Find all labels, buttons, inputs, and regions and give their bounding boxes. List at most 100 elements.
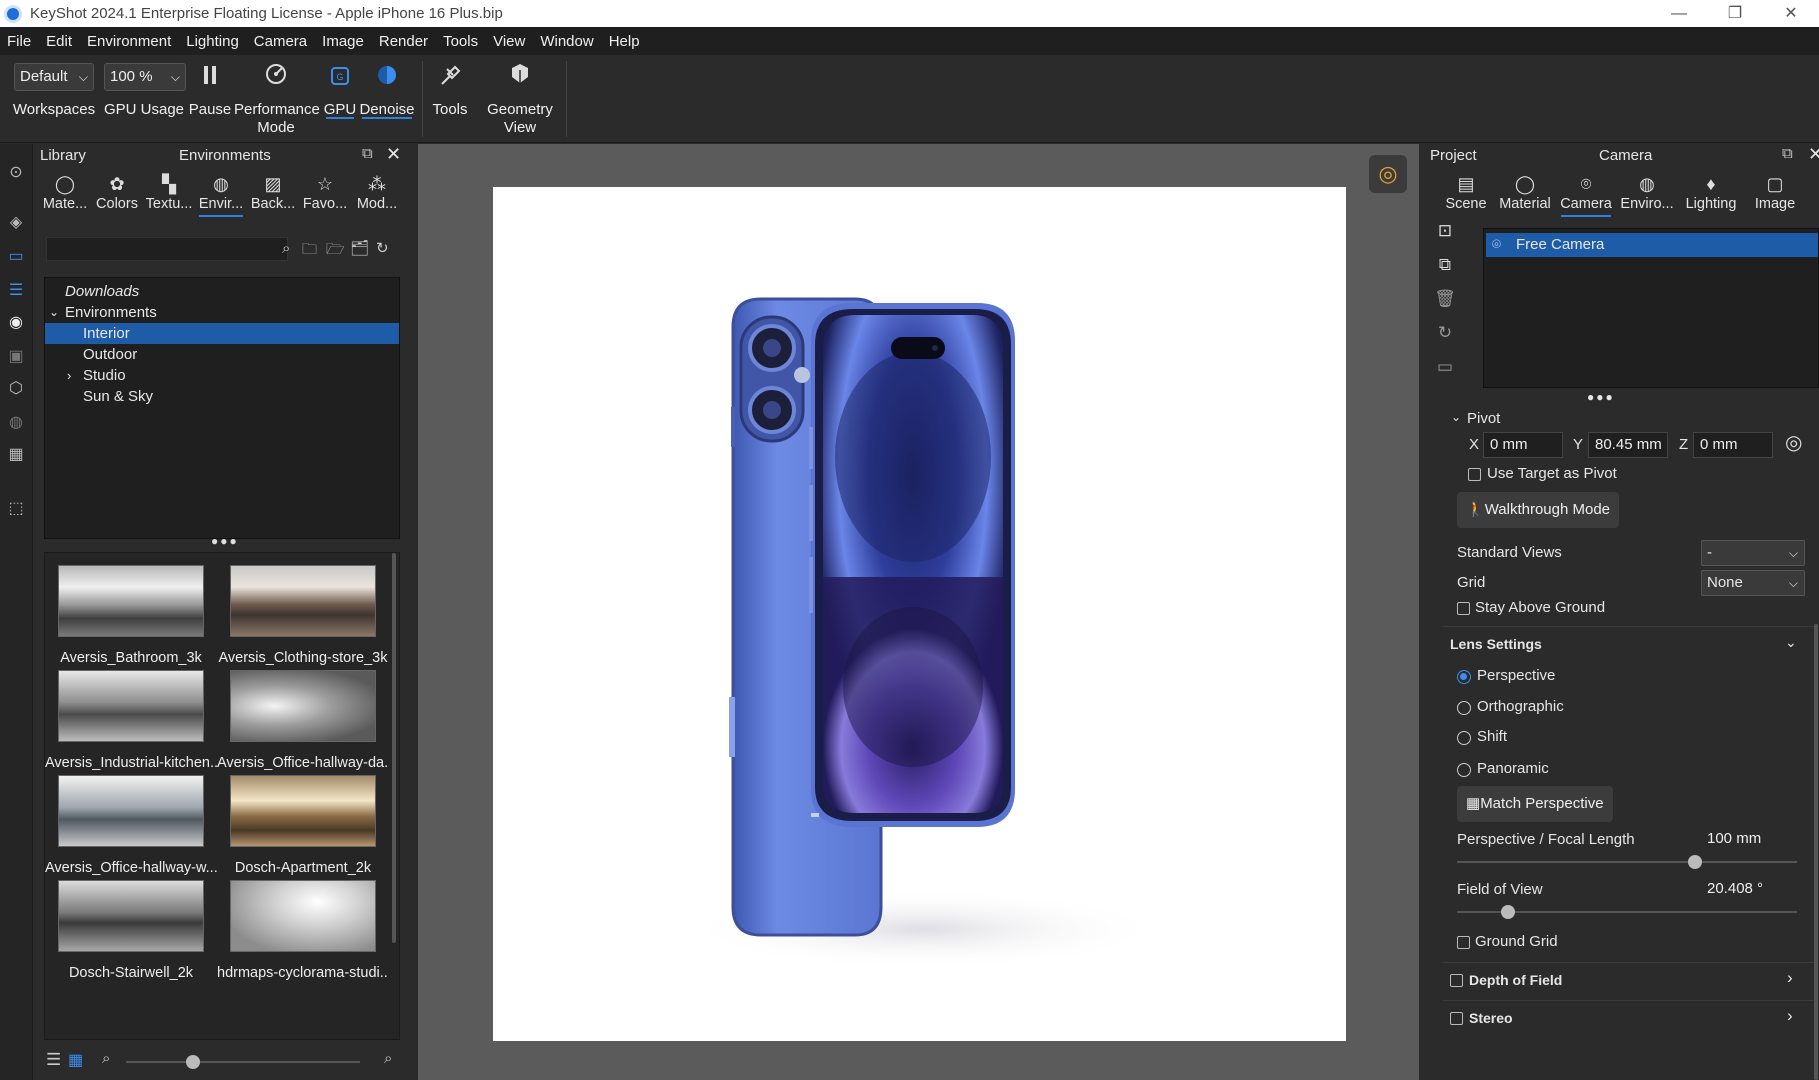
tree-item-downloads[interactable]: Downloads	[45, 281, 399, 302]
thumbnail-scrollbar[interactable]	[392, 553, 396, 943]
menu-window[interactable]: Window	[540, 33, 593, 50]
pivot-z-field[interactable]: 0 mm	[1693, 432, 1773, 458]
render-viewport[interactable]: ◎	[418, 144, 1419, 1080]
panoramic-radio[interactable]	[1457, 763, 1471, 777]
splitter-handle[interactable]: ●●●	[211, 534, 239, 548]
tab-models[interactable]: ⁂ Mod...	[351, 172, 403, 212]
add-camera-icon[interactable]: ⊡	[1427, 214, 1463, 248]
thumbnail-item[interactable]: Aversis_Industrial-kitchen...	[45, 658, 217, 771]
tab-favorites[interactable]: ☆ Favo...	[299, 172, 351, 212]
slider-knob[interactable]	[1501, 905, 1515, 919]
region-select-icon[interactable]: ⬚	[5, 498, 27, 520]
focal-length-slider[interactable]	[1457, 855, 1797, 869]
zoom-out-icon[interactable]: ⌕	[102, 1050, 110, 1067]
duplicate-camera-icon[interactable]: ⧉	[1427, 248, 1463, 282]
tab-material[interactable]: ◯ Material	[1493, 172, 1557, 212]
tab-colors[interactable]: ✿ Colors	[91, 172, 143, 212]
reset-camera-icon[interactable]: ↻	[1427, 316, 1463, 350]
camera-item-free-camera[interactable]: ⌾ Free Camera	[1486, 233, 1818, 257]
stereo-header[interactable]: Stereo	[1469, 1010, 1513, 1026]
chevron-right-icon[interactable]: ›	[1787, 1006, 1793, 1026]
tree-item-studio[interactable]: › Studio	[45, 365, 399, 386]
thumbnail-item[interactable]: hdrmaps-cyclorama-studi...	[217, 868, 389, 981]
maximize-button[interactable]: ❐	[1707, 0, 1763, 27]
standard-views-select[interactable]: - ⌵	[1701, 540, 1805, 566]
menu-file[interactable]: File	[7, 33, 31, 50]
library-book-icon[interactable]: ▭	[5, 246, 27, 268]
denoise-toggle[interactable]: Denoise	[358, 55, 416, 143]
minimize-button[interactable]: —	[1651, 0, 1707, 27]
gpu-toggle[interactable]: G GPU	[322, 55, 358, 143]
chevron-right-icon[interactable]: ›	[67, 365, 71, 386]
tab-materials[interactable]: ◯ Mate...	[39, 172, 91, 212]
shift-radio[interactable]	[1457, 731, 1471, 745]
workspace-select[interactable]: Default ⌵	[14, 63, 94, 91]
tab-environments[interactable]: ◍ Envir...	[195, 172, 247, 217]
thumbnail-item[interactable]: Dosch-Apartment_2k	[217, 763, 389, 876]
focal-length-field[interactable]: 100 mm	[1701, 827, 1797, 853]
animation-icon[interactable]: ◉	[5, 312, 27, 334]
camera-settings-icon[interactable]: ▦	[5, 444, 27, 466]
close-panel-icon[interactable]: ✕	[1808, 144, 1819, 165]
chevron-down-icon[interactable]: ⌄	[1451, 410, 1461, 424]
tab-textures[interactable]: ▚ Textu...	[143, 172, 195, 212]
menu-lighting[interactable]: Lighting	[186, 33, 239, 50]
delete-camera-icon[interactable]: 🗑	[1427, 282, 1463, 316]
tab-lighting[interactable]: ♦ Lighting	[1679, 172, 1743, 212]
tree-item-outdoor[interactable]: Outdoor	[45, 344, 399, 365]
properties-scrollbar[interactable]	[1814, 624, 1818, 1080]
perspective-radio[interactable]	[1457, 670, 1471, 684]
slider-knob[interactable]	[186, 1055, 200, 1069]
folders-icon[interactable]: 🗂	[350, 239, 369, 257]
depth-of-field-header[interactable]: Depth of Field	[1469, 972, 1562, 988]
match-perspective-button[interactable]: ▦Match Perspective	[1457, 786, 1613, 822]
render-canvas[interactable]	[493, 187, 1346, 1041]
menu-view[interactable]: View	[493, 33, 525, 50]
import-folder-icon[interactable]: 🗁	[326, 239, 345, 264]
project-list-icon[interactable]: ☰	[5, 280, 27, 302]
render-icon[interactable]: ◍	[5, 412, 27, 434]
thumbnail-item[interactable]: Dosch-Stairwell_2k	[45, 868, 217, 981]
pivot-y-field[interactable]: 80.45 mm	[1588, 432, 1668, 458]
save-camera-icon[interactable]: ▭	[1427, 350, 1463, 384]
thumbnail-item[interactable]: Aversis_Clothing-store_3k	[217, 553, 389, 666]
menu-tools[interactable]: Tools	[443, 33, 478, 50]
list-view-icon[interactable]: ☰	[46, 1050, 61, 1070]
tab-scene[interactable]: ▤ Scene	[1439, 172, 1493, 212]
tree-item-environments[interactable]: ⌄ Environments	[45, 302, 399, 323]
tab-camera[interactable]: ⌾ Camera	[1557, 172, 1615, 217]
stay-above-ground-checkbox[interactable]	[1457, 602, 1470, 615]
thumbnail-size-slider[interactable]	[126, 1055, 360, 1069]
zoom-in-icon[interactable]: ⌕	[384, 1050, 392, 1067]
menu-environment[interactable]: Environment	[87, 33, 171, 50]
thumbnail-item[interactable]: Aversis_Office-hallway-w...	[45, 763, 217, 876]
undock-icon[interactable]: ⧉	[1782, 145, 1793, 162]
splitter-handle[interactable]: ●●●	[1587, 390, 1615, 404]
thumbnail-item[interactable]: Aversis_Office-hallway-da...	[217, 658, 389, 771]
menu-render[interactable]: Render	[379, 33, 428, 50]
lock-view-icon[interactable]: ⊙	[5, 162, 27, 184]
chevron-down-icon[interactable]: ⌄	[49, 302, 59, 323]
environment-rotate-icon[interactable]: ◎	[1369, 155, 1407, 193]
slider-knob[interactable]	[1688, 855, 1702, 869]
tree-item-interior[interactable]: Interior	[45, 323, 399, 344]
ground-grid-checkbox[interactable]	[1457, 936, 1470, 949]
performance-mode-button[interactable]: Performance Mode	[234, 55, 320, 143]
refresh-icon[interactable]: ↻	[376, 239, 389, 257]
walkthrough-mode-button[interactable]: 🚶Walkthrough Mode	[1457, 492, 1620, 528]
tools-button[interactable]: Tools	[428, 55, 472, 143]
close-panel-icon[interactable]: ✕	[386, 144, 401, 165]
chevron-right-icon[interactable]: ›	[1787, 968, 1793, 988]
tab-environment[interactable]: ◍ Enviro...	[1615, 172, 1679, 212]
search-icon[interactable]: ⌕	[282, 240, 290, 257]
orthographic-radio[interactable]	[1457, 701, 1471, 715]
menu-image[interactable]: Image	[322, 33, 364, 50]
menu-edit[interactable]: Edit	[46, 33, 72, 50]
gpu-usage-select[interactable]: 100 % ⌵	[104, 63, 186, 91]
chevron-down-icon[interactable]: ⌄	[1785, 634, 1797, 651]
depth-of-field-checkbox[interactable]	[1450, 974, 1463, 987]
target-pick-icon[interactable]: ◎	[1785, 430, 1802, 455]
field-of-view-slider[interactable]	[1457, 905, 1797, 919]
close-button[interactable]: ✕	[1763, 0, 1819, 27]
stereo-checkbox[interactable]	[1450, 1012, 1463, 1025]
